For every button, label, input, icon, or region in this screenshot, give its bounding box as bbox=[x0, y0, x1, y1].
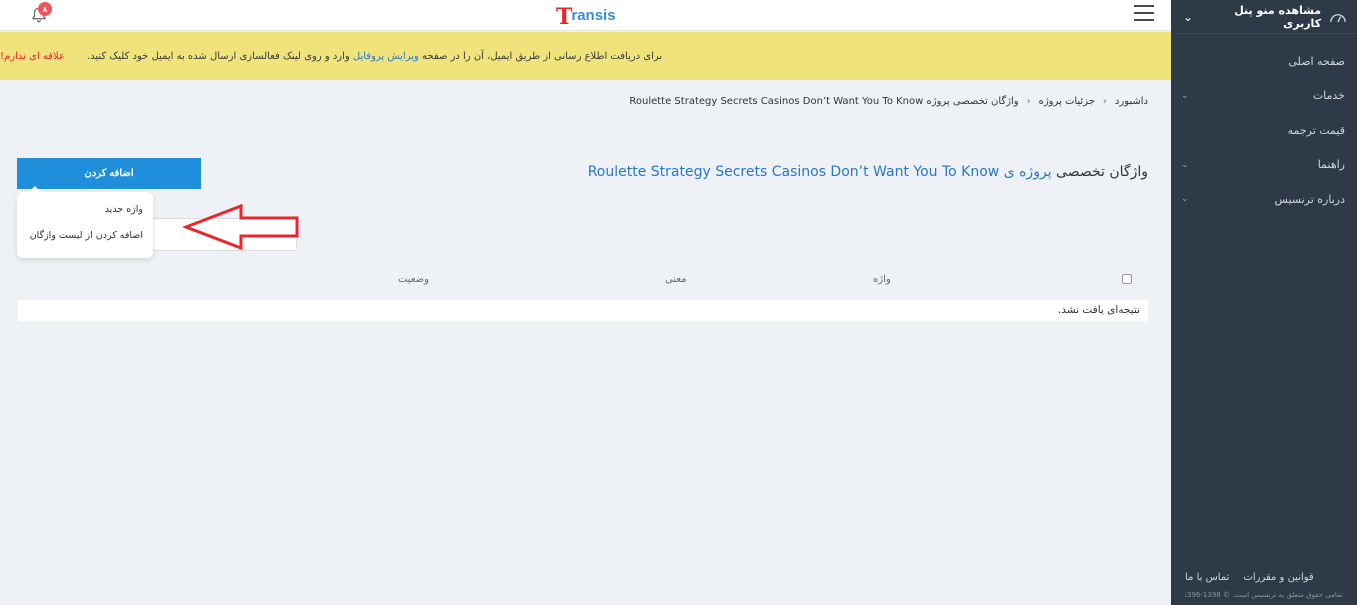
hamburger-menu-icon[interactable] bbox=[1134, 5, 1154, 21]
footer-links: قوانین و مقررات تماس با ما bbox=[1185, 572, 1343, 583]
chevron-left-icon: ‹ bbox=[1102, 96, 1107, 107]
sidebar-header-label: مشاهده منو پنل کاربری bbox=[1234, 3, 1322, 30]
dashboard-gauge-icon bbox=[1330, 13, 1346, 22]
chevron-left-icon: ‹ bbox=[1026, 96, 1031, 107]
edit-profile-link[interactable]: ویرایش پروفایل bbox=[353, 51, 419, 62]
alert-message: برای دریافت اطلاع رسانی از طریق ایمیل، آ… bbox=[87, 51, 662, 62]
page-title: واژگان تخصصی پروژه ی Roulette Strategy S… bbox=[588, 164, 1148, 180]
red-arrow-annotation bbox=[183, 204, 299, 250]
title-project-word: پروژه ی bbox=[1003, 164, 1052, 180]
column-header-term: واژه bbox=[873, 274, 891, 285]
sidebar-item-about[interactable]: ⌄ درباره ترنسیس bbox=[1171, 182, 1357, 217]
sidebar-footer: قوانین و مقررات تماس با ما تمامی حقوق مت… bbox=[1171, 572, 1357, 605]
sidebar-menu: صفحه اصلی ⌄ خدمات قیمت ترجمه ⌄ راهنما ⌄ … bbox=[1171, 44, 1357, 217]
sidebar: ⌄ مشاهده منو پنل کاربری صفحه اصلی ⌄ خدما… bbox=[1171, 0, 1357, 605]
copyright-text: تمامی حقوق متعلق به ترنسیس است. © 1398-1… bbox=[1185, 591, 1343, 599]
select-all-checkbox[interactable] bbox=[1122, 274, 1132, 284]
breadcrumb-current: واژگان تخصصی پروژه Roulette Strategy Sec… bbox=[629, 96, 1019, 107]
title-prefix: واژگان تخصصی bbox=[1051, 164, 1148, 180]
alert-text-after: وارد و روی لینک فعالسازی ارسال شده به ای… bbox=[86, 50, 353, 62]
dropdown-item-add-from-list[interactable]: اضافه کردن از لیست واژگان bbox=[27, 226, 143, 252]
sidebar-header[interactable]: ⌄ مشاهده منو پنل کاربری bbox=[1171, 0, 1357, 34]
dropdown-item-new-term[interactable]: واژه جدید bbox=[27, 200, 143, 226]
sidebar-item-translation-price[interactable]: قیمت ترجمه bbox=[1171, 113, 1357, 148]
transis-logo[interactable]: Transis bbox=[556, 1, 616, 29]
chevron-down-icon: ⌄ bbox=[1181, 90, 1189, 101]
column-header-meaning: معنی bbox=[665, 274, 687, 285]
sidebar-item-label: خدمات bbox=[1312, 89, 1345, 103]
empty-result-row: نتیجه‌ای یافت نشد. bbox=[18, 300, 1148, 321]
logo-rest: ransis bbox=[571, 7, 616, 24]
sidebar-item-label: راهنما bbox=[1317, 158, 1345, 172]
chevron-down-icon: ⌄ bbox=[1181, 159, 1189, 170]
terms-link[interactable]: قوانین و مقررات bbox=[1243, 572, 1313, 583]
not-interested-link[interactable]: علاقه ای ندارم! bbox=[0, 51, 65, 62]
column-header-status: وضعیت bbox=[398, 274, 429, 285]
sidebar-item-label: درباره ترنسیس bbox=[1274, 192, 1345, 206]
breadcrumb: داشبورد ‹ جزئیات پروژه ‹ واژگان تخصصی پر… bbox=[629, 96, 1148, 107]
chevron-down-icon: ⌄ bbox=[1181, 194, 1189, 205]
sidebar-item-label: صفحه اصلی bbox=[1288, 54, 1345, 68]
chevron-down-icon: ⌄ bbox=[1183, 9, 1194, 24]
breadcrumb-project-details[interactable]: جزئیات پروژه bbox=[1039, 96, 1095, 107]
add-dropdown-menu: واژه جدید اضافه کردن از لیست واژگان bbox=[17, 186, 153, 258]
table-header: واژه معنی وضعیت bbox=[18, 266, 1148, 296]
alert-text-before: برای دریافت اطلاع رسانی از طریق ایمیل، آ… bbox=[418, 50, 663, 62]
top-bar: ۸ Transis bbox=[0, 0, 1171, 31]
contact-link[interactable]: تماس با ما bbox=[1185, 572, 1229, 583]
sidebar-item-services[interactable]: ⌄ خدمات bbox=[1171, 79, 1357, 114]
title-project-name[interactable]: Roulette Strategy Secrets Casinos Don’t … bbox=[588, 164, 1000, 180]
sidebar-item-label: قیمت ترجمه bbox=[1287, 123, 1345, 137]
email-notification-alert: برای دریافت اطلاع رسانی از طریق ایمیل، آ… bbox=[0, 32, 1171, 80]
logo-initial: T bbox=[556, 4, 573, 30]
add-button[interactable]: اضافه کردن bbox=[17, 158, 201, 189]
sidebar-item-guide[interactable]: ⌄ راهنما bbox=[1171, 148, 1357, 183]
sidebar-item-home[interactable]: صفحه اصلی bbox=[1171, 44, 1357, 79]
sidebar-header-title: مشاهده منو پنل کاربری bbox=[1193, 4, 1347, 30]
breadcrumb-dashboard[interactable]: داشبورد bbox=[1115, 96, 1148, 107]
notification-badge[interactable]: ۸ bbox=[38, 2, 52, 16]
